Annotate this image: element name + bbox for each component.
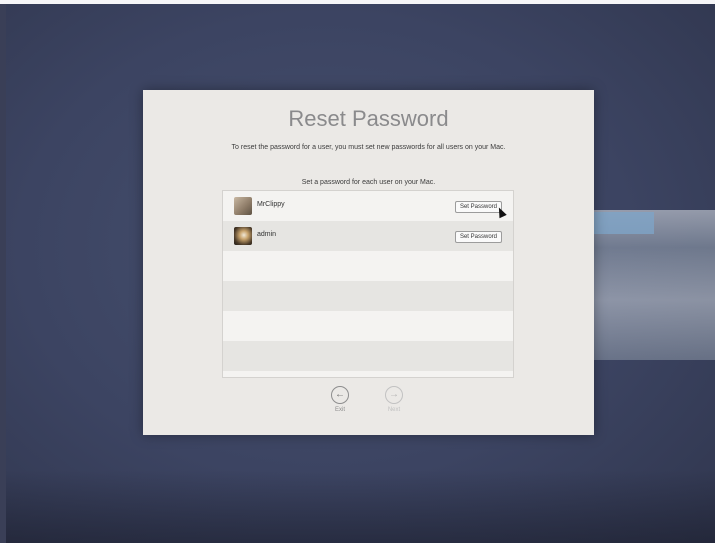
arrow-right-circle-icon: → <box>385 386 403 404</box>
avatar <box>234 227 252 245</box>
next-label: Next <box>387 407 401 413</box>
avatar <box>234 197 252 215</box>
next-button[interactable]: → Next <box>379 386 409 413</box>
dialog-instruction: Set a password for each user on your Mac… <box>301 179 436 186</box>
list-row-empty <box>223 251 513 281</box>
user-name: MrClippy <box>257 201 285 208</box>
set-password-button[interactable]: Set Password <box>454 231 502 243</box>
exit-button[interactable]: ← Exit <box>325 386 355 413</box>
user-name: admin <box>257 231 277 238</box>
exit-label: Exit <box>334 407 345 413</box>
list-row-empty <box>223 341 513 371</box>
list-row-empty <box>223 281 513 311</box>
user-row-admin[interactable]: admin Set Password <box>223 221 513 251</box>
screen-shade <box>6 470 715 543</box>
dialog-title: Reset Password <box>288 106 449 131</box>
dialog-description: To reset the password for a user, you mu… <box>231 144 506 151</box>
screen-glare-highlight <box>594 212 654 234</box>
user-row-mrclippy[interactable]: MrClippy Set Password <box>223 191 513 221</box>
set-password-button[interactable]: Set Password <box>454 201 502 213</box>
list-row-empty <box>223 311 513 341</box>
reset-password-dialog: Reset Password To reset the password for… <box>143 90 594 435</box>
user-list: MrClippy Set Password admin Set Password <box>222 190 514 378</box>
arrow-left-circle-icon: ← <box>331 386 349 404</box>
